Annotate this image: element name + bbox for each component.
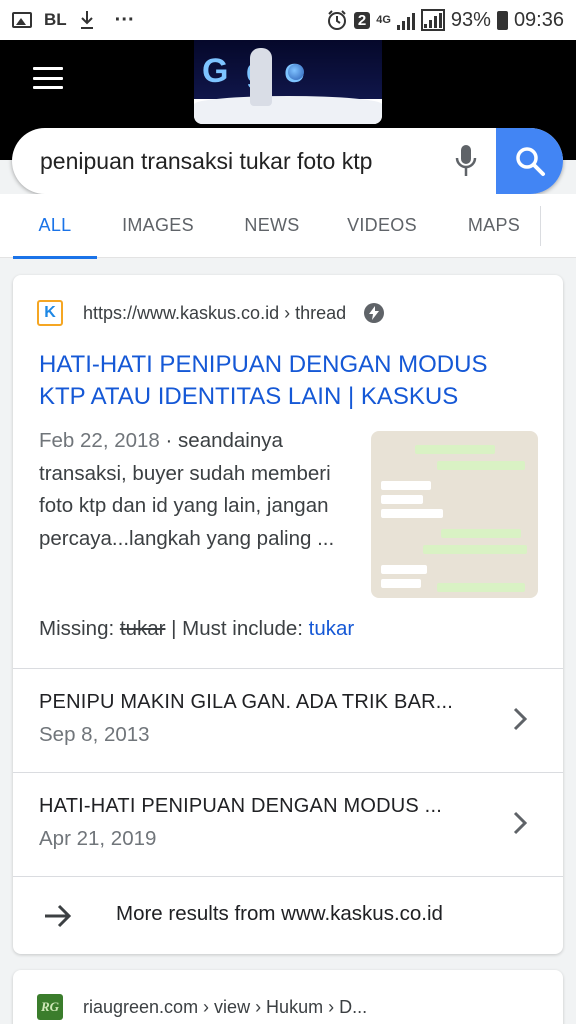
result-card-riaugreen: RG riaugreen.com › view › Hukum › D... [13, 970, 563, 1024]
search-button[interactable] [496, 128, 563, 194]
battery-percent: 93% [450, 8, 491, 31]
chevron-right-icon [513, 811, 527, 835]
search-icon [515, 147, 545, 176]
download-icon [80, 11, 93, 29]
signal-icon [396, 10, 415, 30]
result-title[interactable]: HATI-HATI PENIPUAN DENGAN MODUS KTP ATAU… [39, 349, 519, 413]
must-include-link[interactable]: tukar [309, 617, 355, 640]
search-bar [12, 128, 563, 194]
mic-icon[interactable] [436, 128, 496, 194]
menu-icon[interactable] [33, 67, 63, 89]
sub-result-date: Sep 8, 2013 [39, 723, 150, 746]
result-thumbnail[interactable] [371, 431, 538, 598]
battery-icon [496, 10, 508, 30]
tab-all[interactable]: ALL [13, 194, 97, 259]
sub-result-date: Apr 21, 2019 [39, 827, 157, 850]
result-date: Feb 22, 2018 [39, 429, 160, 452]
tab-maps[interactable]: MAPS [454, 194, 534, 258]
astronaut-icon [250, 48, 272, 106]
sub-result-1[interactable]: PENIPU MAKIN GILA GAN. ADA TRIK BAR... S… [13, 668, 563, 772]
sim-indicator: 2 [353, 11, 371, 29]
search-input[interactable] [12, 128, 436, 194]
image-icon [12, 12, 32, 28]
tab-news[interactable]: NEWS [232, 194, 312, 258]
more-results-text: More results from www.kaskus.co.id [116, 902, 443, 925]
status-bar: BL ··· 2 4G 93% 09:36 [0, 0, 576, 40]
result-url: https://www.kaskus.co.id › thread [83, 302, 347, 323]
result-snippet: Feb 22, 2018 · seandainya transaksi, buy… [39, 425, 339, 555]
result-card-kaskus: K https://www.kaskus.co.id › thread HATI… [13, 275, 563, 954]
network-type: 4G [376, 14, 391, 26]
amp-icon [364, 303, 385, 323]
missing-term: tukar [119, 617, 166, 640]
chevron-right-icon [513, 707, 527, 731]
tab-divider [540, 206, 541, 246]
earth-icon [288, 64, 304, 80]
riaugreen-favicon-icon: RG [37, 994, 63, 1020]
missing-terms: Missing: tukar | Must include: tukar [39, 617, 354, 641]
bl-indicator: BL [44, 10, 67, 29]
clock: 09:36 [513, 8, 564, 31]
result-source[interactable]: K https://www.kaskus.co.id › thread [37, 298, 385, 328]
sub-result-title: PENIPU MAKIN GILA GAN. ADA TRIK BAR... [39, 691, 454, 713]
alarm-icon [327, 10, 346, 30]
search-tabs: ALL IMAGES NEWS VIDEOS MAPS [0, 194, 576, 259]
result-url: riaugreen.com › view › Hukum › D... [83, 996, 368, 1017]
result-source[interactable]: RG riaugreen.com › view › Hukum › D... [37, 992, 367, 1022]
more-notifications: ··· [114, 8, 135, 31]
sub-result-title: HATI-HATI PENIPUAN DENGAN MODUS ... [39, 795, 442, 817]
google-doodle[interactable]: G g o [194, 40, 382, 124]
more-results-link[interactable]: More results from www.kaskus.co.id [13, 876, 563, 954]
tab-videos[interactable]: VIDEOS [336, 194, 428, 258]
tab-images[interactable]: IMAGES [110, 194, 206, 258]
arrow-right-icon [45, 904, 72, 928]
sub-result-2[interactable]: HATI-HATI PENIPUAN DENGAN MODUS ... Apr … [13, 772, 563, 876]
kaskus-favicon-icon: K [37, 300, 63, 326]
missing-label: Missing: [39, 617, 120, 640]
must-include-label: | Must include: [165, 617, 309, 640]
signal-icon-2 [420, 9, 445, 31]
